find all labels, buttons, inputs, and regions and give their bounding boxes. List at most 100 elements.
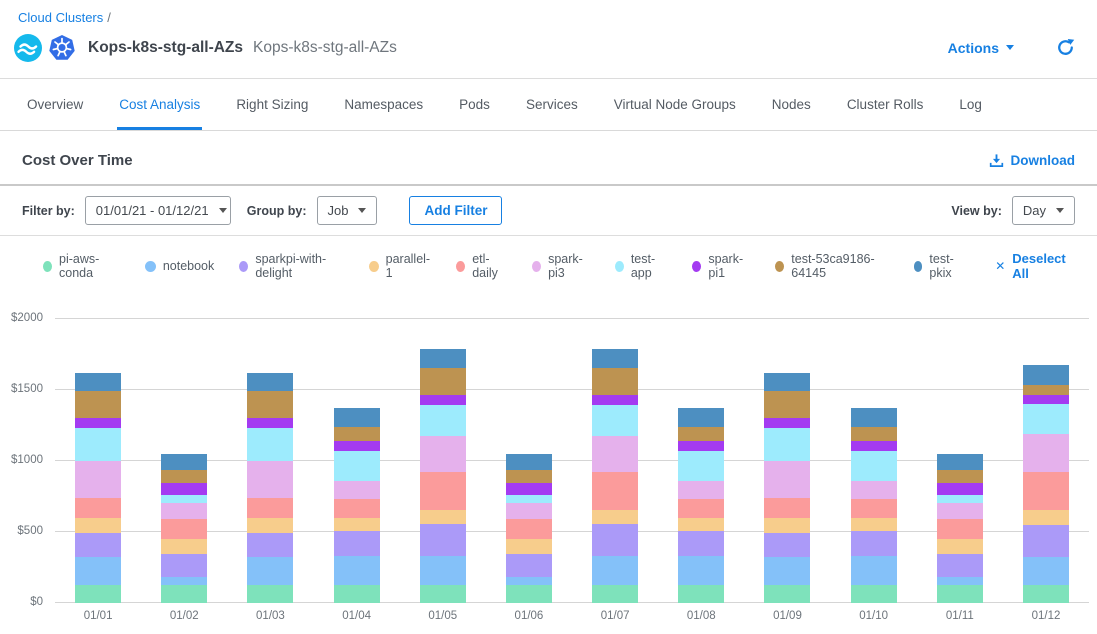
bar-segment-etl-daily[interactable] [764,498,810,518]
stacked-bar-01-02[interactable] [161,454,207,603]
view-by-select[interactable]: Day [1012,196,1075,225]
actions-button[interactable]: Actions [948,40,1014,56]
date-range-select[interactable]: 01/01/21 - 01/12/21 [85,196,231,225]
bar-segment-notebook[interactable] [75,557,121,585]
tab-pods[interactable]: Pods [457,79,492,130]
bar-segment-parallel-1[interactable] [937,539,983,554]
tab-right-sizing[interactable]: Right Sizing [234,79,310,130]
bar-segment-pi-aws-conda[interactable] [420,585,466,604]
bar-segment-spark-pi1[interactable] [1023,395,1069,404]
bar-segment-etl-daily[interactable] [334,499,380,518]
bar-segment-test-app[interactable] [764,428,810,461]
bar-segment-spark-pi1[interactable] [851,441,897,451]
refresh-button[interactable] [1056,38,1075,57]
legend-item-test-53ca9186-64145[interactable]: test-53ca9186-64145 [775,252,888,280]
bar-segment-pi-aws-conda[interactable] [764,585,810,603]
bar-segment-test-app[interactable] [75,428,121,461]
bar-segment-spark-pi1[interactable] [592,395,638,405]
bar-segment-spark-pi1[interactable] [764,418,810,427]
legend-item-test-pkix[interactable]: test-pkix [914,252,968,280]
legend-item-pi-aws-conda[interactable]: pi-aws-conda [43,252,120,280]
legend-item-parallel-1[interactable]: parallel-1 [369,252,431,280]
bar-segment-test-pkix[interactable] [334,408,380,427]
bar-segment-etl-daily[interactable] [75,498,121,518]
bar-segment-sparkpi-with-delight[interactable] [75,533,121,556]
bar-segment-spark-pi1[interactable] [420,395,466,405]
bar-segment-parallel-1[interactable] [420,510,466,524]
tab-namespaces[interactable]: Namespaces [342,79,425,130]
bar-segment-notebook[interactable] [851,556,897,584]
bar-segment-pi-aws-conda[interactable] [1023,585,1069,603]
bar-segment-test-pkix[interactable] [678,408,724,427]
bar-segment-notebook[interactable] [592,556,638,584]
bar-segment-spark-pi3[interactable] [334,481,380,499]
download-button[interactable]: Download [989,153,1076,168]
tab-cost-analysis[interactable]: Cost Analysis [117,79,202,130]
breadcrumb-link-cloud-clusters[interactable]: Cloud Clusters [18,10,103,25]
bar-segment-parallel-1[interactable] [851,518,897,531]
bar-segment-parallel-1[interactable] [161,539,207,554]
bar-segment-pi-aws-conda[interactable] [75,585,121,603]
tab-nodes[interactable]: Nodes [770,79,813,130]
bar-segment-test-app[interactable] [334,451,380,482]
bar-segment-etl-daily[interactable] [161,519,207,540]
bar-segment-sparkpi-with-delight[interactable] [1023,525,1069,557]
bar-segment-pi-aws-conda[interactable] [678,585,724,604]
bar-segment-notebook[interactable] [1023,557,1069,585]
bar-segment-test-pkix[interactable] [506,454,552,470]
bar-segment-etl-daily[interactable] [592,472,638,510]
bar-segment-test-53ca9186-64145[interactable] [420,368,466,395]
bar-segment-spark-pi3[interactable] [247,461,293,498]
bar-segment-spark-pi1[interactable] [678,441,724,451]
bar-segment-spark-pi3[interactable] [937,503,983,519]
stacked-bar-01-04[interactable] [334,408,380,603]
tab-cluster-rolls[interactable]: Cluster Rolls [845,79,926,130]
bar-segment-test-app[interactable] [506,495,552,503]
stacked-bar-01-07[interactable] [592,349,638,603]
bar-segment-test-app[interactable] [592,405,638,436]
add-filter-button[interactable]: Add Filter [409,196,502,225]
bar-segment-spark-pi3[interactable] [161,503,207,519]
bar-segment-spark-pi3[interactable] [851,481,897,499]
bar-segment-test-pkix[interactable] [161,454,207,470]
legend-item-spark-pi1[interactable]: spark-pi1 [692,252,750,280]
bar-segment-etl-daily[interactable] [1023,472,1069,510]
stacked-bar-01-10[interactable] [851,408,897,603]
legend-item-test-app[interactable]: test-app [615,252,668,280]
bar-segment-test-53ca9186-64145[interactable] [247,391,293,419]
tab-services[interactable]: Services [524,79,580,130]
bar-segment-test-app[interactable] [678,451,724,482]
bar-segment-test-app[interactable] [420,405,466,436]
bar-segment-spark-pi1[interactable] [247,418,293,427]
bar-segment-pi-aws-conda[interactable] [161,585,207,604]
bar-segment-test-53ca9186-64145[interactable] [1023,385,1069,396]
bar-segment-test-app[interactable] [161,495,207,503]
bar-segment-spark-pi3[interactable] [75,461,121,498]
bar-segment-notebook[interactable] [247,557,293,585]
legend-item-etl-daily[interactable]: etl-daily [456,252,507,280]
bar-segment-sparkpi-with-delight[interactable] [161,554,207,577]
bar-segment-pi-aws-conda[interactable] [851,585,897,604]
bar-segment-pi-aws-conda[interactable] [506,585,552,604]
bar-segment-sparkpi-with-delight[interactable] [420,524,466,556]
bar-segment-spark-pi3[interactable] [592,436,638,473]
bar-segment-spark-pi1[interactable] [506,483,552,495]
bar-segment-notebook[interactable] [420,556,466,584]
bar-segment-notebook[interactable] [764,557,810,585]
bar-segment-parallel-1[interactable] [506,539,552,554]
bar-segment-spark-pi3[interactable] [678,481,724,499]
stacked-bar-01-09[interactable] [764,373,810,603]
bar-segment-test-app[interactable] [247,428,293,461]
bar-segment-sparkpi-with-delight[interactable] [334,531,380,557]
tab-log[interactable]: Log [957,79,984,130]
bar-segment-sparkpi-with-delight[interactable] [592,524,638,556]
group-by-select[interactable]: Job [317,196,378,225]
bar-segment-sparkpi-with-delight[interactable] [247,533,293,556]
bar-segment-parallel-1[interactable] [334,518,380,531]
bar-segment-spark-pi3[interactable] [1023,434,1069,472]
stacked-bar-01-11[interactable] [937,454,983,603]
bar-segment-etl-daily[interactable] [678,499,724,518]
bar-segment-etl-daily[interactable] [851,499,897,518]
bar-segment-sparkpi-with-delight[interactable] [937,554,983,577]
legend-item-spark-pi3[interactable]: spark-pi3 [532,252,590,280]
